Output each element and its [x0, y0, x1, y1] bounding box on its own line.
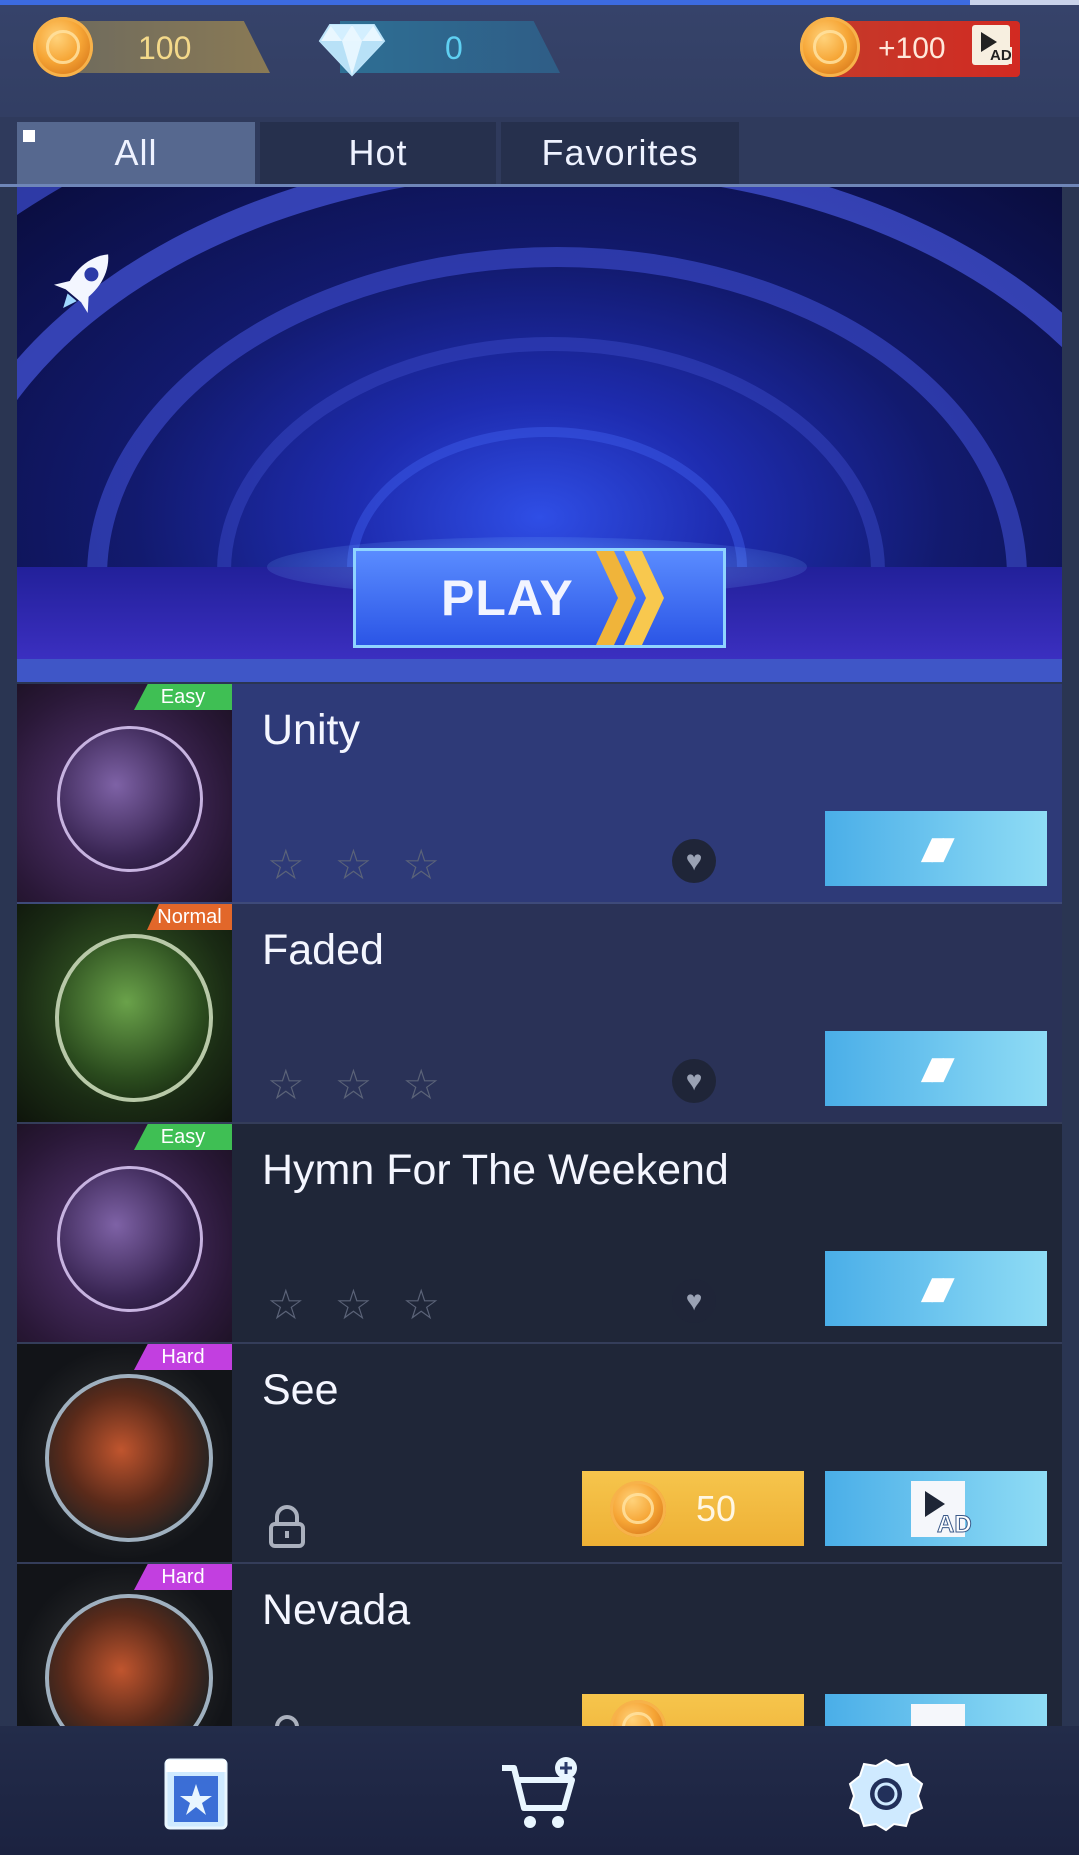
unlock-with-coins-button[interactable]: 50 — [582, 1471, 804, 1546]
tab-all-label: All — [114, 132, 158, 173]
song-row[interactable]: Easy Unity ☆ ☆ ☆ ♥ ▮▮ — [17, 684, 1062, 902]
double-chevron-icon: ▮▮ — [917, 832, 955, 865]
song-cover — [17, 1124, 232, 1342]
star-icon: ☆ — [402, 841, 440, 888]
song-cover — [17, 1344, 232, 1562]
banner-bottom-strip — [17, 659, 1062, 682]
tab-favorites-label: Favorites — [541, 132, 699, 173]
song-row[interactable]: Hard Nevada — [17, 1564, 1062, 1726]
shop-cart-icon[interactable] — [496, 1754, 582, 1834]
star-rating: ☆ ☆ ☆ — [267, 844, 440, 886]
song-title: Unity — [262, 706, 360, 754]
song-title: See — [262, 1366, 339, 1414]
gem-amount: 0 — [445, 30, 463, 66]
star-icon: ☆ — [334, 1281, 373, 1328]
lock-icon — [269, 1505, 305, 1548]
tab-indicator-dot — [23, 130, 35, 142]
diamond-icon — [318, 24, 386, 77]
song-row[interactable]: Easy Hymn For The Weekend ☆ ☆ ☆ ♥ ▮▮ — [17, 1124, 1062, 1342]
tab-all[interactable]: All — [17, 122, 255, 184]
start-song-button[interactable]: ▮▮ — [825, 811, 1047, 886]
song-row[interactable]: Hard See 50 AD — [17, 1344, 1062, 1562]
video-ad-icon: AD — [972, 25, 1012, 65]
double-chevron-icon: ▮▮ — [917, 1052, 955, 1085]
favorite-heart-icon[interactable]: ♥ — [672, 839, 716, 883]
star-icon: ☆ — [402, 1061, 440, 1108]
tab-hot[interactable]: Hot — [260, 122, 496, 184]
star-icon: ☆ — [267, 841, 305, 888]
song-title: Nevada — [262, 1586, 411, 1634]
planet-art — [45, 1374, 213, 1542]
song-title: Hymn For The Weekend — [262, 1146, 729, 1194]
planet-art — [57, 1166, 203, 1312]
star-icon: ☆ — [267, 1061, 305, 1108]
start-song-button[interactable]: ▮▮ — [825, 1031, 1047, 1106]
song-title: Faded — [262, 926, 384, 974]
coin-icon — [800, 17, 860, 77]
coin-icon — [610, 1480, 666, 1537]
star-icon: ☆ — [267, 1281, 305, 1328]
song-cover — [17, 684, 232, 902]
planet-art — [55, 934, 213, 1102]
planet-art — [57, 726, 203, 872]
settings-gear-icon[interactable] — [846, 1754, 926, 1834]
song-filter-tabs: All Hot Favorites — [0, 117, 1079, 187]
star-icon: ☆ — [334, 1061, 373, 1108]
difficulty-badge: Normal — [147, 904, 232, 930]
chevron-right-icon — [596, 551, 636, 645]
coin-icon — [33, 17, 93, 77]
favorite-heart-icon[interactable]: ♥ — [672, 1279, 716, 1323]
unlock-with-ad-button[interactable]: AD — [825, 1471, 1047, 1546]
song-row[interactable]: Normal Faded ☆ ☆ ☆ ♥ ▮▮ — [17, 904, 1062, 1122]
video-ad-icon — [911, 1704, 965, 1726]
star-rating: ☆ ☆ ☆ — [267, 1284, 440, 1326]
rocket-icon — [54, 254, 109, 313]
difficulty-badge: Easy — [134, 684, 232, 710]
ad-label: AD — [990, 47, 1012, 64]
start-song-button[interactable]: ▮▮ — [825, 1251, 1047, 1326]
song-cover — [17, 904, 232, 1122]
star-icon: ☆ — [334, 841, 373, 888]
favorite-heart-icon[interactable]: ♥ — [672, 1059, 716, 1103]
unlock-with-ad-button[interactable] — [825, 1694, 1047, 1726]
play-button[interactable]: PLAY — [353, 548, 726, 648]
tab-favorites[interactable]: Favorites — [501, 122, 739, 184]
double-chevron-icon: ▮▮ — [917, 1272, 955, 1305]
planet-art — [45, 1594, 213, 1726]
coin-icon — [610, 1699, 666, 1726]
difficulty-badge: Easy — [134, 1124, 232, 1150]
unlock-with-coins-button[interactable] — [582, 1694, 804, 1726]
play-label: PLAY — [441, 570, 574, 626]
currency-header: 100 0 +100 AD — [0, 5, 1079, 117]
coin-amount: 100 — [138, 30, 192, 66]
star-rating: ☆ ☆ ☆ — [267, 1064, 440, 1106]
star-icon: ☆ — [402, 1281, 440, 1328]
library-star-icon[interactable] — [160, 1754, 232, 1834]
ad-label: AD — [937, 1511, 973, 1539]
unlock-cost: 50 — [696, 1487, 737, 1529]
difficulty-badge: Hard — [134, 1344, 232, 1370]
difficulty-badge: Hard — [134, 1564, 232, 1590]
ad-reward-amount: +100 — [878, 32, 946, 65]
tab-hot-label: Hot — [348, 132, 408, 173]
lock-icon — [275, 1715, 299, 1726]
